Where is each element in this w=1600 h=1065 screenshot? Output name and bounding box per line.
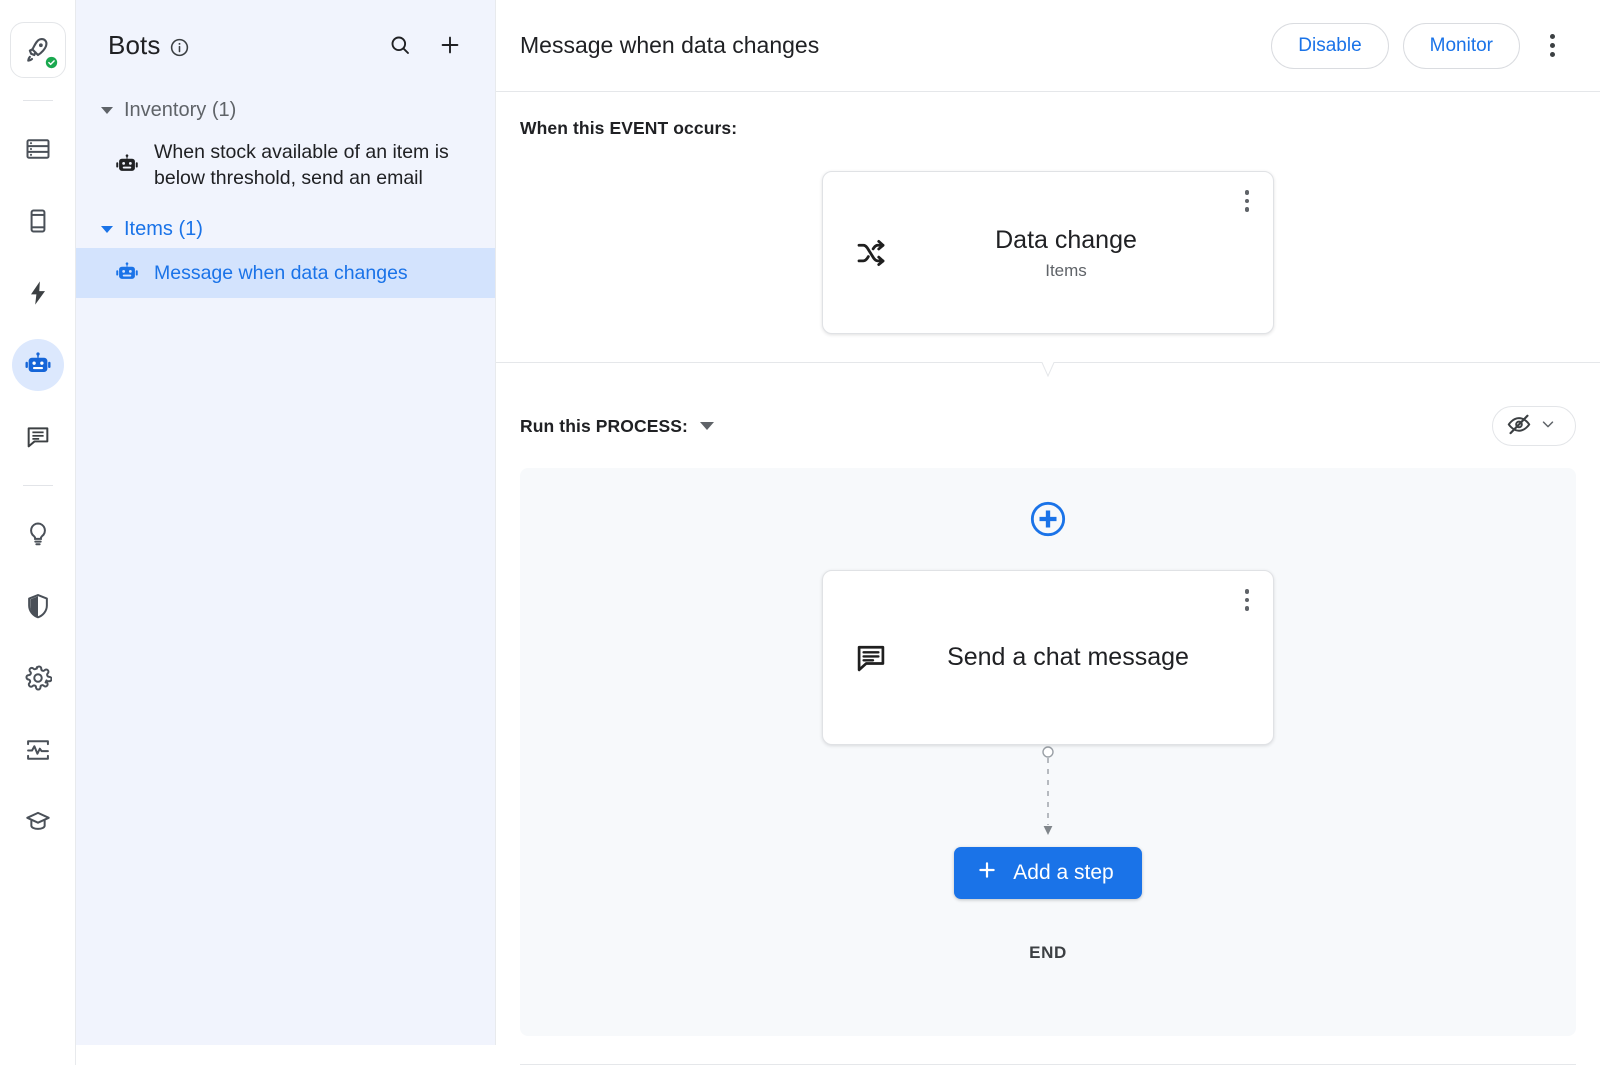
- rail-item-data-tables[interactable]: [12, 123, 64, 175]
- process-step-body: Send a chat message: [919, 639, 1273, 676]
- bots-sidebar: Bots: [76, 0, 496, 1045]
- bot-group-label: Inventory (1): [124, 99, 236, 122]
- robot-bot-icon: [23, 350, 53, 380]
- kebab-dot: [1550, 52, 1555, 57]
- robot-bot-icon: [112, 150, 142, 180]
- kebab-dot: [1245, 589, 1250, 594]
- event-card-title: Data change: [919, 224, 1213, 256]
- bot-group-inventory[interactable]: Inventory (1): [76, 92, 495, 129]
- bot-editor-canvas: When this EVENT occurs:: [496, 92, 1600, 1065]
- left-icon-rail: [0, 0, 76, 1065]
- chat-message-icon: [823, 641, 919, 675]
- process-section-label: Run this PROCESS:: [520, 416, 688, 437]
- add-step-label: Add a step: [1013, 861, 1113, 885]
- monitoring-activity-icon: [24, 736, 52, 764]
- info-icon[interactable]: [169, 37, 190, 58]
- event-card-body: Data change Items: [919, 224, 1273, 281]
- list-item-bot-inventory-threshold[interactable]: When stock available of an item is below…: [76, 129, 495, 201]
- flow-connector-dashed: [1038, 745, 1058, 841]
- bot-group-label: Items (1): [124, 218, 203, 241]
- process-step-card-send-chat-message[interactable]: Send a chat message: [822, 570, 1274, 745]
- shuffle-swap-icon: [823, 237, 919, 269]
- lightbulb-icon: [24, 520, 52, 548]
- caret-down-icon: [98, 102, 116, 120]
- monitor-button[interactable]: Monitor: [1403, 23, 1520, 69]
- notch-shape: [1020, 362, 1076, 390]
- caret-down-icon: [98, 221, 116, 239]
- check-badge-icon: [45, 56, 58, 69]
- event-section-label: When this EVENT occurs:: [496, 92, 1600, 139]
- kebab-dot: [1245, 207, 1250, 212]
- app-root: Bots: [0, 0, 1600, 1065]
- process-flow-canvas: Send a chat message: [520, 468, 1576, 1036]
- rail-item-learning[interactable]: [12, 796, 64, 848]
- kebab-dot: [1550, 43, 1555, 48]
- event-card-subtitle: Items: [919, 261, 1213, 281]
- rail-item-messages[interactable]: [12, 411, 64, 463]
- graduation-cap-icon: [24, 808, 52, 836]
- bots-sidebar-header: Bots: [76, 0, 495, 90]
- visibility-toggle[interactable]: [1492, 406, 1576, 446]
- list-item-bot-message-when-data-changes[interactable]: Message when data changes: [76, 248, 495, 298]
- bots-panel-title: Bots: [108, 30, 160, 61]
- bot-group-items[interactable]: Items (1): [76, 211, 495, 248]
- kebab-dot: [1245, 606, 1250, 611]
- eye-off-icon: [1506, 411, 1532, 442]
- rail-divider-mid: [23, 485, 53, 486]
- robot-bot-icon: [112, 258, 142, 288]
- caret-down-icon[interactable]: [700, 422, 714, 430]
- chat-message-icon: [24, 423, 52, 451]
- rail-item-security[interactable]: [12, 580, 64, 632]
- plus-icon: [976, 859, 998, 887]
- event-section: When this EVENT occurs:: [496, 92, 1600, 390]
- add-step-button[interactable]: Add a step: [954, 847, 1141, 899]
- kebab-menu-icon[interactable]: [1234, 585, 1260, 615]
- bot-name: Message when data changes: [154, 260, 477, 286]
- rail-item-insights[interactable]: [12, 508, 64, 560]
- disable-button[interactable]: Disable: [1271, 23, 1388, 69]
- kebab-dot: [1550, 34, 1555, 39]
- main-header: Message when data changes Disable Monito…: [496, 0, 1600, 92]
- main-panel: Message when data changes Disable Monito…: [496, 0, 1600, 1065]
- shield-icon: [24, 592, 52, 620]
- rail-item-monitoring[interactable]: [12, 724, 64, 776]
- add-circle-icon[interactable]: [1027, 498, 1069, 540]
- database-table-icon: [24, 135, 52, 163]
- rail-item-bots[interactable]: [12, 339, 64, 391]
- search-icon[interactable]: [383, 28, 417, 62]
- section-divider-notch: [496, 362, 1600, 390]
- kebab-dot: [1245, 598, 1250, 603]
- event-card-data-change[interactable]: Data change Items: [822, 171, 1274, 334]
- kebab-dot: [1245, 190, 1250, 195]
- chevron-down-icon: [1539, 415, 1557, 438]
- bot-name: When stock available of an item is below…: [154, 139, 477, 191]
- page-title: Message when data changes: [520, 32, 819, 59]
- process-step-title: Send a chat message: [919, 639, 1217, 676]
- process-section-header: Run this PROCESS:: [496, 390, 1600, 446]
- gear-settings-icon: [24, 664, 52, 692]
- kebab-menu-icon[interactable]: [1234, 186, 1260, 216]
- kebab-menu-icon[interactable]: [1532, 24, 1572, 68]
- flow-end-label: END: [1029, 943, 1067, 963]
- rail-item-mobile-device[interactable]: [12, 195, 64, 247]
- rail-item-settings[interactable]: [12, 652, 64, 704]
- rail-item-actions[interactable]: [12, 267, 64, 319]
- lightning-bolt-icon: [24, 279, 52, 307]
- bots-tree: Inventory (1) When stock availabl: [76, 90, 495, 298]
- rail-item-rocket-launch[interactable]: [10, 22, 66, 78]
- mobile-device-icon: [24, 207, 52, 235]
- add-bot-plus-icon[interactable]: [433, 28, 467, 62]
- rail-divider-top: [23, 100, 53, 101]
- kebab-dot: [1245, 199, 1250, 204]
